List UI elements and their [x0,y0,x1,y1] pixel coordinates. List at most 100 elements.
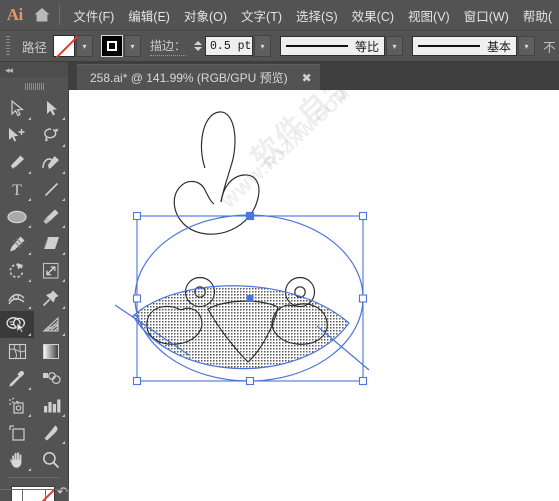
tool-shaper[interactable] [0,230,34,257]
tool-eyedropper[interactable] [0,365,34,392]
artwork-group [114,111,370,382]
control-options-bar: 路径 ▾ ▾ 描边： 0.5 pt ▾ 等比 ▾ 基本 ▾ 不 [0,30,559,62]
tool-expand-corner-icon [28,333,31,336]
opacity-label-truncated: 不 [543,40,556,55]
svg-text:T: T [12,182,22,198]
hand-base-shape[interactable] [173,174,260,235]
brush-definition-dropdown[interactable]: ▾ [518,36,536,56]
fill-swatch-button[interactable] [53,35,79,58]
tool-expand-corner-icon [62,225,65,228]
tool-magic-wand[interactable] [0,122,34,149]
tool-artboard[interactable] [0,419,34,446]
toolbar-collapse-button[interactable]: ◂◂ [0,62,68,78]
document-tab-title: 258.ai* @ 141.99% (RGB/GPU 预览) [90,71,288,85]
stroke-weight-label: 描边： [150,37,187,56]
tool-slice[interactable] [34,419,68,446]
tool-expand-corner-icon [62,144,65,147]
home-icon[interactable] [29,0,55,30]
menu-edit[interactable]: 编辑(E) [121,0,177,30]
handle-middle-right [358,294,368,303]
tool-expand-corner-icon [28,279,31,282]
tool-expand-corner-icon [62,333,65,336]
stroke-weight-input[interactable]: 0.5 pt [205,36,254,56]
tool-column-graph[interactable] [34,392,68,419]
tool-expand-corner-icon [62,171,65,174]
brush-preview-line-icon [418,45,481,47]
tool-scale[interactable] [34,257,68,284]
handle-bottom-center [245,376,255,386]
menu-select[interactable]: 选择(S) [289,0,345,30]
stroke-profile-dropdown[interactable]: ▾ [386,36,404,56]
artwork-svg [114,111,370,386]
menu-help[interactable]: 帮助( [516,0,559,30]
anchor-center [246,294,254,303]
menu-type[interactable]: 文字(T) [234,0,289,30]
draw-mode-row [0,489,69,501]
tool-selection[interactable] [0,95,34,122]
draw-normal-button[interactable] [0,490,23,501]
brush-label: 基本 [487,39,512,54]
handle-bottom-left [132,376,142,386]
tool-paintbrush[interactable] [34,203,68,230]
artboard-canvas[interactable]: 软件自学网 WWW.RJZXW.COM [69,90,559,501]
handle-middle-left [132,294,142,303]
tool-expand-corner-icon [62,414,65,417]
stroke-weight-dropdown[interactable]: ▾ [254,35,272,57]
tool-pen[interactable] [0,149,34,176]
handle-top-right [358,211,368,221]
tool-blend[interactable] [34,365,68,392]
tool-expand-corner-icon [28,225,31,228]
tool-expand-corner-icon [62,252,65,255]
tool-expand-corner-icon [62,198,65,201]
selection-type-label: 路径 [22,40,48,55]
tool-expand-corner-icon [28,468,31,471]
tool-symbol-sprayer[interactable] [0,392,34,419]
tool-free-transform[interactable] [34,284,68,311]
menu-window[interactable]: 窗口(W) [457,0,516,30]
finger-top-shape[interactable] [200,111,236,203]
no-fill-slash-icon [55,35,79,58]
draw-inside-button[interactable] [46,490,69,501]
stroke-swatch-button[interactable] [101,35,124,57]
tool-lasso[interactable] [34,122,68,149]
diagonal-guide-right [316,325,370,371]
tool-mesh[interactable] [0,338,34,365]
stroke-swatch-dropdown[interactable]: ▾ [124,35,142,57]
tool-ellipse[interactable] [0,203,34,230]
menu-object[interactable]: 对象(O) [177,0,234,30]
close-icon[interactable]: ✖ [302,71,312,85]
document-tab[interactable]: 258.ai* @ 141.99% (RGB/GPU 预览) ✖ [77,64,320,90]
handle-top-left [132,211,142,221]
tool-type[interactable]: T [0,176,34,203]
tool-eraser[interactable] [34,230,68,257]
handle-bottom-right [358,376,368,386]
mouth-lens-shape[interactable] [133,285,349,369]
document-tab-bar: 258.ai* @ 141.99% (RGB/GPU 预览) ✖ [69,62,559,90]
menu-file[interactable]: 文件(F) [66,0,121,30]
tool-gradient[interactable] [34,338,68,365]
tool-perspective-grid[interactable] [34,311,68,338]
tool-expand-corner-icon [28,414,31,417]
stroke-weight-stepper[interactable] [192,36,203,56]
tool-rotate[interactable] [0,257,34,284]
tool-curvature[interactable] [34,149,68,176]
tool-expand-corner-icon [62,306,65,309]
tool-direct-selection[interactable] [34,95,68,122]
control-bar-grip[interactable] [3,35,13,57]
stroke-profile-combo[interactable]: 等比 [280,36,386,56]
profile-label: 等比 [355,39,380,54]
menu-effect[interactable]: 效果(C) [345,0,401,30]
menu-view[interactable]: 视图(V) [401,0,457,30]
tool-width[interactable] [0,284,34,311]
fill-swatch-dropdown[interactable]: ▾ [76,35,94,57]
brush-definition-combo[interactable]: 基本 [412,36,518,56]
draw-behind-button[interactable] [23,490,46,501]
tool-line-segment[interactable] [34,176,68,203]
tool-hand[interactable] [0,446,34,473]
menu-divider [59,5,61,25]
tool-shape-builder[interactable] [0,311,34,338]
tool-expand-corner-icon [28,198,31,201]
toolbar-drag-grip[interactable] [0,78,68,91]
tool-expand-corner-icon [62,117,65,120]
tool-zoom[interactable] [34,446,68,473]
